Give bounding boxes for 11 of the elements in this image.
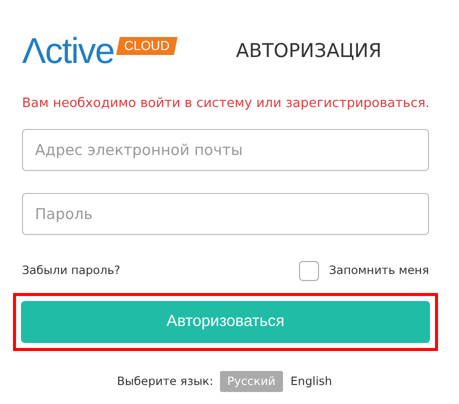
remember-label: Запомнить меня: [329, 262, 429, 279]
page-title: АВТОРИЗАЦИЯ: [236, 38, 382, 64]
logo-wordmark: Λctive: [22, 33, 114, 69]
remember-checkbox[interactable]: [299, 260, 320, 280]
input-field[interactable]: Пароль: [22, 192, 429, 234]
forgot-password-link[interactable]: Забыли пароль?: [22, 262, 120, 280]
input-field[interactable]: Адрес электронной почты: [22, 128, 429, 170]
logo-badge: CLOUD: [116, 37, 178, 55]
language-label: Выберите язык:: [116, 372, 214, 390]
auth-message: Вам необходимо войти в систему или зарегистрироваться.: [22, 95, 429, 113]
language-option[interactable]: English: [288, 370, 334, 392]
